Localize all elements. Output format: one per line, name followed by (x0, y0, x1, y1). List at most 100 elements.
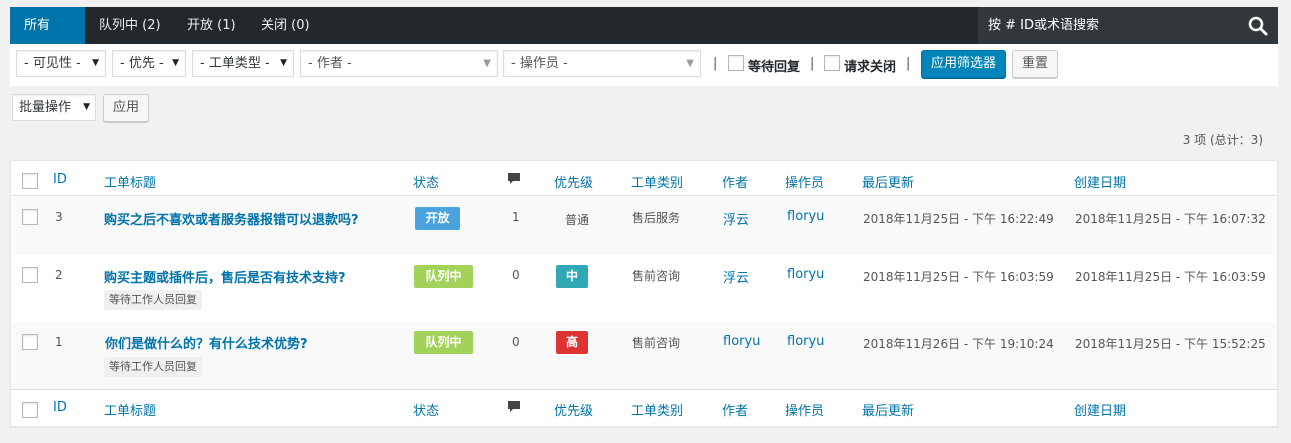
column-id[interactable]: ID (53, 172, 67, 187)
tickets-table: ID 工单标题 状态 优先级 工单类别 作者 操作员 最后更新 创建日期 3 购… (10, 160, 1278, 427)
column-operator[interactable]: 操作员 (785, 172, 824, 191)
ticket-author[interactable]: floryu (723, 334, 760, 349)
priority-select-value: - 优先 - (120, 56, 164, 71)
ticket-type-select[interactable]: - 工单类型 - ▼ (192, 50, 294, 77)
ticket-title[interactable]: 你们是做什么的？有什么技术优势? (105, 333, 308, 352)
column-updated[interactable]: 最后更新 (862, 172, 914, 191)
status-tabs-bar: 所有 (3) 队列中 (2) 开放 (1) 关闭 (0) (10, 7, 1278, 70)
chevron-down-icon: ▼ (83, 102, 90, 112)
comment-count: 0 (512, 335, 520, 349)
reset-button[interactable]: 重置 (1012, 50, 1059, 78)
ticket-title[interactable]: 购买主题或插件后，售后是否有技术支持? (104, 267, 346, 286)
chevron-down-icon: ▼ (280, 58, 287, 68)
ticket-created: 2018年11月25日 - 下午 16:03:59 (1075, 270, 1266, 284)
status-badge: 开放 (415, 207, 460, 230)
bulk-actions-select[interactable]: 批量操作 ▼ (12, 94, 96, 121)
comment-icon (508, 401, 520, 412)
ticket-id: 3 (55, 210, 63, 224)
tab-queued[interactable]: 队列中 (2) (85, 7, 175, 44)
comment-icon (508, 173, 520, 184)
comment-count: 0 (512, 268, 520, 282)
search-input[interactable] (978, 7, 1278, 44)
comment-count: 1 (512, 210, 520, 224)
table-row: 3 购买之后不喜欢或者服务器报错可以退款吗? 开放 1 普通 售后服务 浮云 f… (11, 197, 1277, 255)
bulk-apply-button[interactable]: 应用 (103, 94, 150, 122)
column-title[interactable]: 工单标题 (104, 400, 156, 419)
awaiting-reply-label: 等待回复 (748, 60, 801, 75)
ticket-type-select-value: - 工单类型 - (200, 56, 270, 71)
column-created[interactable]: 创建日期 (1074, 172, 1126, 191)
visibility-select[interactable]: - 可见性 - ▼ (16, 50, 106, 77)
ticket-author[interactable]: 浮云 (723, 209, 749, 228)
operator-select-value: - 操作员 - (511, 56, 568, 71)
status-badge: 队列中 (414, 265, 473, 288)
tab-open[interactable]: 开放 (1) (173, 7, 250, 44)
column-author[interactable]: 作者 (722, 400, 748, 419)
filter-bar: - 可见性 - ▼ - 优先 - ▼ - 工单类型 - ▼ - 作者 - ▼ - 操作员… (10, 44, 1278, 86)
row-checkbox[interactable] (22, 334, 38, 350)
author-select[interactable]: - 作者 - ▼ (300, 50, 498, 77)
column-priority[interactable]: 优先级 (554, 400, 593, 419)
column-category[interactable]: 工单类别 (631, 400, 683, 419)
column-title[interactable]: 工单标题 (104, 172, 156, 191)
table-row: 1 你们是做什么的？有什么技术优势? 等待工作人员回复 队列中 0 高 售前咨询… (11, 322, 1277, 389)
row-checkbox[interactable] (22, 209, 38, 225)
divider: | (713, 56, 718, 71)
operator-select[interactable]: - 操作员 - ▼ (503, 50, 701, 77)
column-created[interactable]: 创建日期 (1074, 400, 1126, 419)
ticket-author[interactable]: 浮云 (723, 267, 749, 286)
ticket-category: 售后服务 (632, 211, 681, 225)
apply-filters-button[interactable]: 应用筛选器 (921, 50, 1007, 78)
column-author[interactable]: 作者 (722, 172, 748, 191)
ticket-category: 售前咨询 (632, 269, 681, 283)
ticket-updated: 2018年11月25日 - 下午 16:03:59 (863, 270, 1054, 284)
column-status[interactable]: 状态 (413, 172, 439, 191)
column-updated[interactable]: 最后更新 (862, 400, 914, 419)
table-footer: ID 工单标题 状态 优先级 工单类别 作者 操作员 最后更新 创建日期 (11, 389, 1277, 427)
ticket-operator[interactable]: floryu (787, 209, 824, 224)
priority-badge: 高 (556, 331, 588, 354)
ticket-id: 2 (55, 268, 63, 282)
request-close-label: 请求关闭 (844, 60, 897, 75)
ticket-updated: 2018年11月26日 - 下午 19:10:24 (863, 337, 1054, 351)
column-id[interactable]: ID (53, 400, 67, 415)
item-count: 3 项 (总计：3) (1182, 133, 1263, 147)
priority-label: 普通 (565, 213, 590, 227)
author-select-value: - 作者 - (308, 56, 352, 71)
chevron-down-icon: ▼ (483, 58, 491, 69)
column-category[interactable]: 工单类别 (631, 172, 683, 191)
ticket-operator[interactable]: floryu (787, 267, 824, 282)
column-operator[interactable]: 操作员 (785, 400, 824, 419)
priority-badge: 中 (556, 265, 588, 288)
awaiting-staff-badge: 等待工作人员回复 (104, 357, 202, 377)
ticket-title[interactable]: 购买之后不喜欢或者服务器报错可以退款吗? (104, 209, 359, 228)
table-header: ID 工单标题 状态 优先级 工单类别 作者 操作员 最后更新 创建日期 (11, 161, 1277, 196)
ticket-category: 售前咨询 (632, 336, 681, 350)
chevron-down-icon: ▼ (172, 58, 179, 68)
ticket-updated: 2018年11月25日 - 下午 16:22:49 (863, 212, 1054, 226)
chevron-down-icon: ▼ (686, 58, 694, 69)
tab-closed[interactable]: 关闭 (0) (247, 7, 324, 44)
column-status[interactable]: 状态 (413, 400, 439, 419)
divider: | (906, 56, 911, 71)
chevron-down-icon: ▼ (92, 58, 99, 68)
ticket-operator[interactable]: floryu (787, 334, 824, 349)
visibility-select-value: - 可见性 - (24, 56, 81, 71)
table-row: 2 购买主题或插件后，售后是否有技术支持? 等待工作人员回复 队列中 0 中 售… (11, 255, 1277, 322)
ticket-created: 2018年11月25日 - 下午 16:07:32 (1075, 212, 1266, 226)
row-checkbox[interactable] (22, 267, 38, 283)
select-all-checkbox-footer[interactable] (22, 402, 38, 418)
priority-select[interactable]: - 优先 - ▼ (112, 50, 186, 77)
awaiting-staff-badge: 等待工作人员回复 (104, 290, 202, 310)
awaiting-reply-checkbox[interactable] (728, 55, 744, 71)
bulk-actions-value: 批量操作 (19, 100, 72, 115)
column-priority[interactable]: 优先级 (554, 172, 593, 191)
select-all-checkbox[interactable] (22, 173, 38, 189)
ticket-id: 1 (55, 335, 63, 349)
search-icon[interactable] (1247, 15, 1269, 37)
request-close-checkbox[interactable] (824, 55, 840, 71)
divider: | (810, 56, 815, 71)
tab-all[interactable]: 所有 (3) (10, 7, 85, 70)
search-box (978, 7, 1278, 44)
status-badge: 队列中 (414, 331, 473, 354)
